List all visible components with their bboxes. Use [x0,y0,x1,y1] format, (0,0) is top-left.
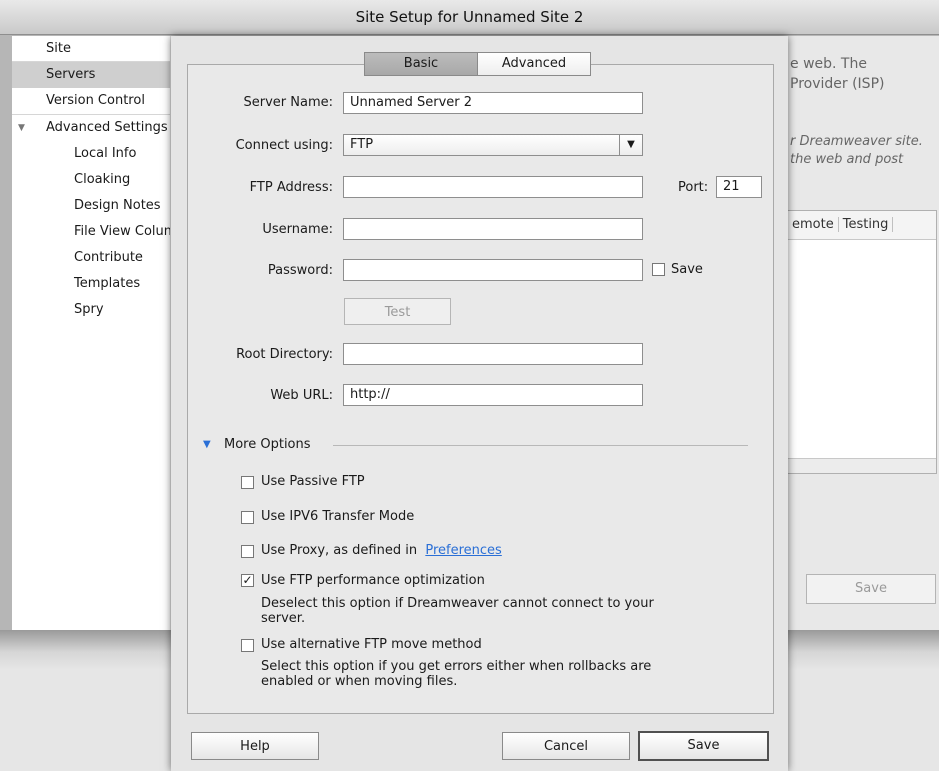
save-password-label: Save [671,262,703,277]
sidebar-item-advanced-settings[interactable]: ▼ Advanced Settings [12,115,170,141]
root-directory-label: Root Directory: [236,347,333,362]
connect-using-label: Connect using: [235,138,333,153]
column-header-testing[interactable]: Testing [838,217,894,232]
sidebar-item-site[interactable]: Site [12,36,170,62]
passive-ftp-label: Use Passive FTP [261,474,365,489]
divider [333,445,748,446]
sidebar-item-label: Version Control [46,93,145,108]
server-name-label: Server Name: [243,95,334,110]
ipv6-label: Use IPV6 Transfer Mode [261,509,415,524]
disclosure-triangle-icon[interactable]: ▼ [18,115,25,141]
ipv6-checkbox[interactable] [241,511,254,524]
disclosure-triangle-icon[interactable]: ▼ [203,439,211,450]
web-url-label: Web URL: [270,388,333,403]
category-sidebar: Site Servers Version Control ▼ Advanced … [12,36,171,630]
sidebar-item-spry[interactable]: Spry [12,297,170,323]
column-header-remote[interactable]: emote [788,217,839,232]
cancel-button[interactable]: Cancel [502,732,630,760]
sidebar-item-templates[interactable]: Templates [12,271,170,297]
password-label: Password: [267,263,333,278]
sidebar-item-servers[interactable]: Servers [12,62,170,88]
chevron-down-icon: ▼ [619,135,642,155]
proxy-checkbox[interactable] [241,545,254,558]
test-button[interactable]: Test [344,298,451,325]
window-title: Site Setup for Unnamed Site 2 [0,0,939,35]
background-description: Provider (ISP) [790,76,885,92]
sidebar-item-cloaking[interactable]: Cloaking [12,167,170,193]
sidebar-item-label: Servers [46,67,96,82]
save-password-checkbox[interactable] [652,263,665,276]
password-input[interactable] [343,259,643,281]
ftp-performance-note: Deselect this option if Dreamweaver cann… [261,596,654,626]
port-input[interactable]: 21 [716,176,762,198]
ftp-address-label: FTP Address: [249,180,333,195]
proxy-label: Use Proxy, as defined in Preferences [261,543,502,558]
more-options-header[interactable]: More Options [224,437,311,452]
tab-basic[interactable]: Basic [364,52,478,76]
connect-using-value: FTP [350,137,374,152]
passive-ftp-checkbox[interactable] [241,476,254,489]
ftp-address-input[interactable] [343,176,643,198]
sidebar-item-local-info[interactable]: Local Info [12,141,170,167]
web-url-input[interactable]: http:// [343,384,643,406]
sidebar-item-label: Site [46,41,71,56]
background-description: r Dreamweaver site. [790,134,923,149]
background-description: the web and post [790,152,904,167]
sidebar-item-label: Design Notes [74,198,161,213]
port-label: Port: [678,180,709,195]
ftp-performance-note-line: Deselect this option if Dreamweaver cann… [261,596,654,611]
proxy-label-text: Use Proxy, as defined in [261,543,418,558]
alt-move-checkbox[interactable] [241,639,254,652]
help-button[interactable]: Help [191,732,319,760]
sidebar-item-label: File View Columns [74,224,170,239]
background-description: e web. The [790,56,867,72]
table-header: emote Testing [788,211,936,240]
ftp-performance-label: Use FTP performance optimization [261,573,485,588]
sidebar-item-label: Templates [74,276,141,291]
tab-advanced[interactable]: Advanced [478,52,591,76]
root-directory-input[interactable] [343,343,643,365]
sidebar-item-file-view-columns[interactable]: File View Columns [12,219,170,245]
server-list-table: emote Testing [787,210,937,474]
alt-move-note: Select this option if you get errors eit… [261,659,651,689]
sidebar-item-label: Spry [74,302,104,317]
sidebar-item-label: Cloaking [74,172,131,187]
alt-move-note-line: Select this option if you get errors eit… [261,659,652,674]
sidebar-item-label: Local Info [74,146,137,161]
sidebar-item-label: Advanced Settings [46,120,168,135]
table-footer [788,458,936,473]
username-input[interactable] [343,218,643,240]
server-settings-sheet: Basic Advanced Server Name: Unnamed Serv… [171,36,788,771]
ftp-performance-note-line: server. [261,611,306,626]
sidebar-item-label: Contribute [74,250,143,265]
sidebar-item-contribute[interactable]: Contribute [12,245,170,271]
sidebar-item-design-notes[interactable]: Design Notes [12,193,170,219]
preferences-link[interactable]: Preferences [425,543,501,558]
sidebar-item-version-control[interactable]: Version Control [12,88,170,114]
tab-bar: Basic Advanced [364,52,591,76]
save-button[interactable]: Save [638,731,769,761]
alt-move-label: Use alternative FTP move method [261,637,482,652]
ftp-performance-checkbox[interactable]: ✓ [241,574,254,587]
username-label: Username: [262,222,333,237]
alt-move-note-line: enabled or when moving files. [261,674,458,689]
server-name-input[interactable]: Unnamed Server 2 [343,92,643,114]
background-save-button[interactable]: Save [806,574,936,604]
connect-using-select[interactable]: FTP ▼ [343,134,643,156]
